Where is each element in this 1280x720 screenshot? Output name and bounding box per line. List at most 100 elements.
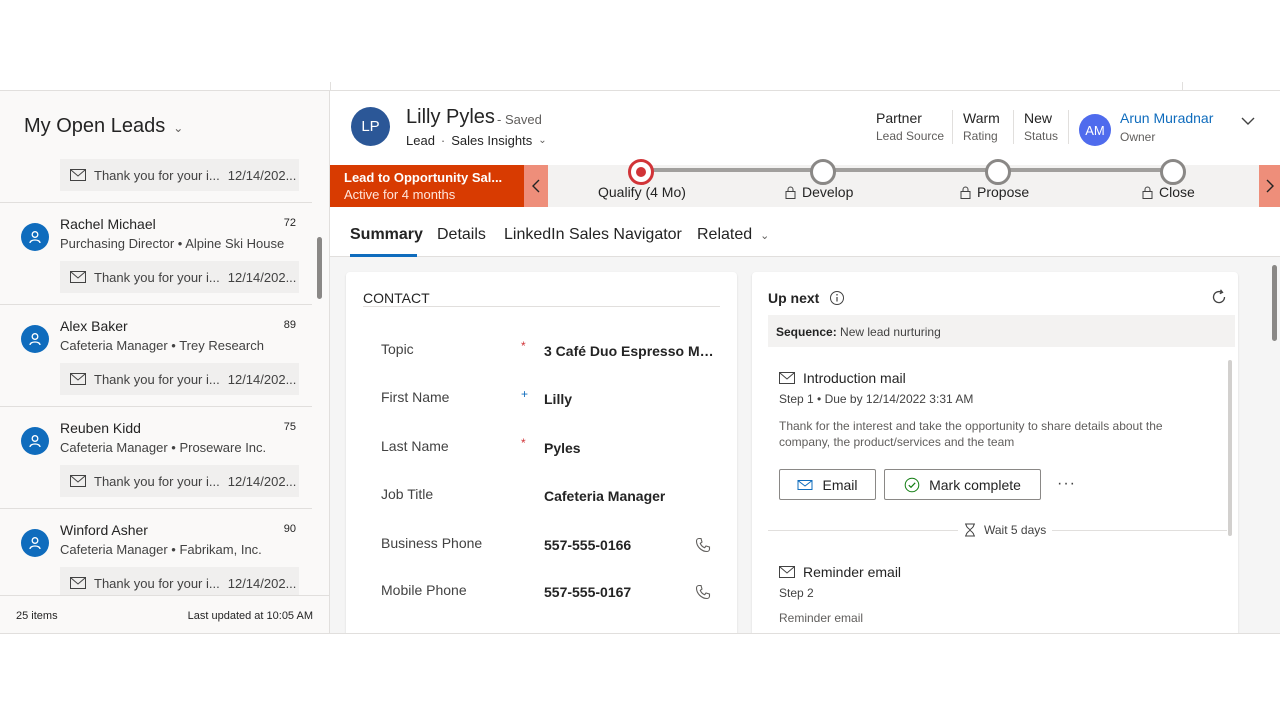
status-value: New <box>1024 110 1053 126</box>
mail-date: 12/14/202... <box>227 575 297 591</box>
owner-link[interactable]: Arun Muradnar <box>1120 110 1213 126</box>
stage-node-develop[interactable] <box>810 159 836 185</box>
lead-subtitle: Purchasing Director • Alpine Ski House <box>60 236 285 251</box>
list-item[interactable]: Alex Baker 89 Cafeteria Manager • Trey R… <box>0 305 312 407</box>
lead-name[interactable]: Winford Asher <box>60 522 148 538</box>
field-job-title: Job Title Cafeteria Manager <box>346 486 737 534</box>
up-next-title: Up next <box>768 290 845 306</box>
required-marker: * <box>521 436 526 450</box>
list-item[interactable]: Winford Asher 90 Cafeteria Manager • Fab… <box>0 509 312 595</box>
divider <box>1182 82 1183 90</box>
process-flyout[interactable]: Lead to Opportunity Sal... Active for 4 … <box>330 165 524 207</box>
step-description: Thank for the interest and take the oppo… <box>779 419 1163 449</box>
email-activity[interactable]: Thank you for your i... 12/14/202... <box>60 567 299 595</box>
email-button[interactable]: Email <box>779 469 876 500</box>
record-header: LP Lilly Pyles - Saved Lead · Sales Insi… <box>330 91 1280 165</box>
field-label: Topic <box>381 341 414 357</box>
list-scrollbar[interactable] <box>317 237 322 299</box>
list-item[interactable]: Rachel Michael 72 Purchasing Director • … <box>0 203 312 305</box>
field-mobile-phone: Mobile Phone 557-555-0167 <box>346 582 737 630</box>
business-process-bar: Lead to Opportunity Sal... Active for 4 … <box>330 159 1280 207</box>
stage-close[interactable]: Close <box>1142 184 1195 200</box>
email-activity[interactable]: Thank you for your i... 12/14/202... <box>60 261 299 293</box>
mail-icon <box>779 372 795 384</box>
stage-develop[interactable]: Develop <box>785 184 853 200</box>
mail-icon <box>70 475 86 487</box>
stage-node-close[interactable] <box>1160 159 1186 185</box>
field-last-name: Last Name * Pyles <box>346 436 737 486</box>
wait-text: Wait 5 days <box>984 523 1047 537</box>
lead-name[interactable]: Alex Baker <box>60 318 128 334</box>
rating-field: Warm Rating <box>963 110 1000 143</box>
tab-linkedin[interactable]: LinkedIn Sales Navigator <box>504 226 682 244</box>
business-phone-input[interactable]: 557-555-0166 <box>544 537 631 553</box>
divider <box>330 82 331 90</box>
chevron-down-icon: ⌄ <box>760 230 770 242</box>
mail-date: 12/14/202... <box>227 167 297 183</box>
lock-icon <box>960 186 971 199</box>
process-next-button[interactable] <box>1259 165 1280 207</box>
top-blank-area <box>0 0 1280 90</box>
email-activity[interactable]: Thank you for your i... 12/14/202... <box>60 465 299 497</box>
process-name: Lead to Opportunity Sal... <box>344 170 503 185</box>
tab-summary[interactable]: Summary <box>350 226 423 244</box>
info-icon[interactable] <box>829 290 845 306</box>
status-field: New Status <box>1024 110 1058 143</box>
first-name-input[interactable]: Lilly <box>544 391 572 407</box>
tab-related[interactable]: Related ⌄ <box>697 226 769 244</box>
stage-qualify[interactable]: Qualify (4 Mo) <box>598 184 686 200</box>
chevron-down-icon[interactable] <box>1240 113 1256 129</box>
view-selector[interactable]: My Open Leads ⌄ <box>24 115 183 138</box>
chevron-down-icon[interactable]: ⌄ <box>538 135 546 146</box>
phone-icon[interactable] <box>695 537 711 553</box>
more-options-button[interactable]: ··· <box>1057 475 1076 493</box>
stage-propose[interactable]: Propose <box>960 184 1029 200</box>
mobile-phone-input[interactable]: 557-555-0167 <box>544 584 631 600</box>
email-activity[interactable]: Thank you for your i... 12/14/202... <box>60 159 299 191</box>
field-label: Mobile Phone <box>381 582 467 598</box>
email-activity[interactable]: Thank you for your i... 12/14/202... <box>60 363 299 395</box>
form-selector[interactable]: Sales Insights <box>451 133 532 148</box>
list-item[interactable]: Thank you for your i... 12/14/202... <box>0 153 312 203</box>
mail-date: 12/14/202... <box>227 269 297 285</box>
rating-value: Warm <box>963 110 1000 126</box>
job-title-input[interactable]: Cafeteria Manager <box>544 488 665 504</box>
process-prev-button[interactable] <box>524 165 548 207</box>
lead-score: 72 <box>283 217 296 229</box>
stage-node-qualify[interactable] <box>628 159 654 185</box>
avatar <box>21 325 49 353</box>
field-topic: Topic * 3 Café Duo Espresso Mac... <box>346 339 737 389</box>
lead-source-label: Lead Source <box>876 129 945 143</box>
separator: · <box>440 133 446 148</box>
mail-icon <box>797 479 813 490</box>
widget-scrollbar[interactable] <box>1228 360 1232 536</box>
item-count: 25 items <box>16 609 58 622</box>
form-scrollbar[interactable] <box>1272 265 1277 341</box>
stage-node-propose[interactable] <box>985 159 1011 185</box>
person-icon <box>29 333 41 346</box>
chevron-left-icon <box>532 179 540 193</box>
lead-score: 75 <box>283 421 296 433</box>
contact-section: CONTACT Topic * 3 Café Duo Espresso Mac.… <box>346 272 737 633</box>
phone-icon[interactable] <box>695 584 711 600</box>
step-title: Reminder email <box>779 564 1179 580</box>
status-label: Status <box>1024 129 1059 143</box>
mark-complete-button[interactable]: Mark complete <box>884 469 1041 500</box>
mail-date: 12/14/202... <box>227 473 297 489</box>
lead-name[interactable]: Reuben Kidd <box>60 420 141 436</box>
person-icon <box>29 537 41 550</box>
owner-label: Owner <box>1120 130 1156 144</box>
stage-label: Develop <box>802 184 854 200</box>
lead-name[interactable]: Rachel Michael <box>60 216 156 232</box>
sequence-label: Sequence: <box>776 325 837 339</box>
last-name-input[interactable]: Pyles <box>544 440 581 456</box>
tab-details[interactable]: Details <box>437 226 486 244</box>
hourglass-icon <box>965 523 975 537</box>
refresh-icon[interactable] <box>1210 288 1228 306</box>
wait-indicator: Wait 5 days <box>958 523 1053 537</box>
field-label: Business Phone <box>381 535 483 551</box>
stage-label: Close <box>1159 184 1195 200</box>
divider <box>952 110 953 144</box>
list-item[interactable]: Reuben Kidd 75 Cafeteria Manager • Prose… <box>0 407 312 509</box>
topic-input[interactable]: 3 Café Duo Espresso Mac... <box>544 343 714 359</box>
